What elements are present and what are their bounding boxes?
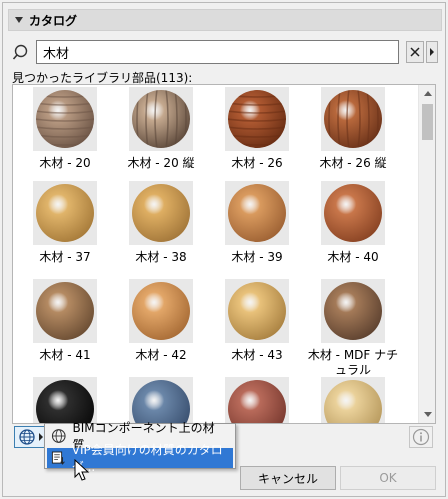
material-swatch-thumbnail [33, 377, 97, 423]
material-item[interactable]: 木材 - 37 [17, 181, 113, 265]
material-label: 木材 - 43 [231, 348, 283, 362]
material-item[interactable]: 木材 - 26 [209, 87, 305, 171]
search-input[interactable] [36, 40, 399, 64]
vertical-scrollbar[interactable] [418, 85, 435, 423]
material-item[interactable]: 木材 - 43 [209, 279, 305, 363]
material-item[interactable]: 木材 - MDF ナチュラル [305, 279, 401, 378]
material-swatch-thumbnail [33, 87, 97, 151]
material-label: 木材 - 20 [39, 156, 91, 170]
dialog-buttons: キャンセル OK [0, 466, 448, 490]
ok-button[interactable]: OK [340, 466, 436, 490]
material-swatch-thumbnail [129, 279, 193, 343]
material-item[interactable] [113, 377, 209, 423]
scroll-up-button[interactable] [419, 85, 435, 102]
material-swatch-thumbnail [321, 181, 385, 245]
material-swatch-thumbnail [225, 377, 289, 423]
material-item[interactable]: 木材 - 42 [113, 279, 209, 363]
search-options-button[interactable] [426, 41, 438, 63]
material-label: 木材 - 39 [231, 250, 283, 264]
search-row [12, 40, 438, 64]
material-item[interactable]: 木材 - 20 [17, 87, 113, 171]
material-item[interactable]: 木材 - 40 [305, 181, 401, 265]
results-list[interactable]: 木材 - 20 木材 - 20 縦 木材 - 26 木材 - 26 縦木材 - 37 木… [12, 84, 436, 424]
material-label: 木材 - 42 [135, 348, 187, 362]
info-button[interactable] [409, 426, 433, 448]
online-catalog-button[interactable] [14, 426, 46, 448]
chevron-down-icon [423, 412, 432, 417]
material-item[interactable] [209, 377, 305, 423]
material-swatch-thumbnail [129, 181, 193, 245]
material-item[interactable] [305, 377, 401, 423]
catalog-download-icon [51, 451, 65, 465]
catalog-header[interactable]: カタログ [8, 9, 442, 31]
cancel-button[interactable]: キャンセル [240, 466, 336, 490]
catalog-title: カタログ [29, 13, 78, 28]
material-item[interactable]: 木材 - 39 [209, 181, 305, 265]
material-item[interactable]: 木材 - 20 縦 [113, 87, 209, 171]
material-label: 木材 - 37 [39, 250, 91, 264]
scrollbar-thumb[interactable] [422, 104, 433, 140]
material-swatch-thumbnail [33, 279, 97, 343]
clear-search-button[interactable] [406, 41, 424, 63]
material-swatch-thumbnail [225, 87, 289, 151]
material-label: 木材 - MDF ナチュラル [307, 348, 399, 377]
material-item[interactable]: 木材 - 41 [17, 279, 113, 363]
online-catalog-menu: BIMコンポーネント上の材質... VIP会員向けの材質のカタログ... [44, 421, 236, 474]
scroll-down-button[interactable] [419, 406, 435, 423]
material-swatch-thumbnail [225, 279, 289, 343]
chevron-up-icon [423, 91, 432, 96]
material-item[interactable]: 木材 - 26 縦 [305, 87, 401, 171]
material-label: 木材 - 26 [231, 156, 283, 170]
material-swatch-thumbnail [321, 279, 385, 343]
collapse-triangle-icon[interactable] [15, 17, 23, 23]
material-swatch-thumbnail [321, 377, 385, 423]
material-swatch-thumbnail [129, 377, 193, 423]
material-label: 木材 - 20 縦 [127, 156, 195, 170]
material-swatch-thumbnail [129, 87, 193, 151]
globe-icon [19, 429, 35, 445]
globe-icon [51, 429, 66, 443]
material-item[interactable]: 木材 - 38 [113, 181, 209, 265]
search-icon [12, 44, 28, 60]
close-icon [410, 47, 420, 57]
material-label: 木材 - 41 [39, 348, 91, 362]
material-label: 木材 - 40 [327, 250, 379, 264]
chevron-right-icon [430, 48, 434, 56]
material-label: 木材 - 38 [135, 250, 187, 264]
material-swatch-thumbnail [33, 181, 97, 245]
material-item[interactable] [17, 377, 113, 423]
material-label: 木材 - 26 縦 [319, 156, 387, 170]
material-swatch-thumbnail [225, 181, 289, 245]
info-icon [412, 428, 430, 446]
material-swatch-thumbnail [321, 87, 385, 151]
